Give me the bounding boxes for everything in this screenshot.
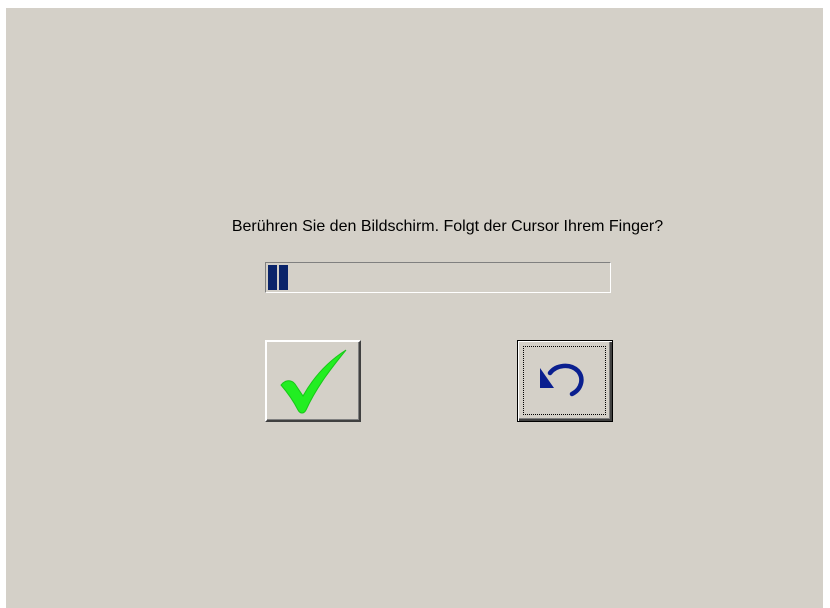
checkmark-icon: [280, 349, 347, 414]
progress-block: [279, 265, 288, 290]
calibration-screen: Berühren Sie den Bildschirm. Folgt der C…: [6, 8, 823, 608]
confirm-button[interactable]: [265, 340, 361, 422]
undo-arrow-icon: [540, 363, 584, 397]
progress-bar: [265, 262, 611, 293]
prompt-text: Berühren Sie den Bildschirm. Folgt der C…: [231, 218, 664, 235]
undo-button[interactable]: [517, 340, 613, 422]
progress-block: [268, 265, 277, 290]
progress-track: [268, 265, 608, 290]
